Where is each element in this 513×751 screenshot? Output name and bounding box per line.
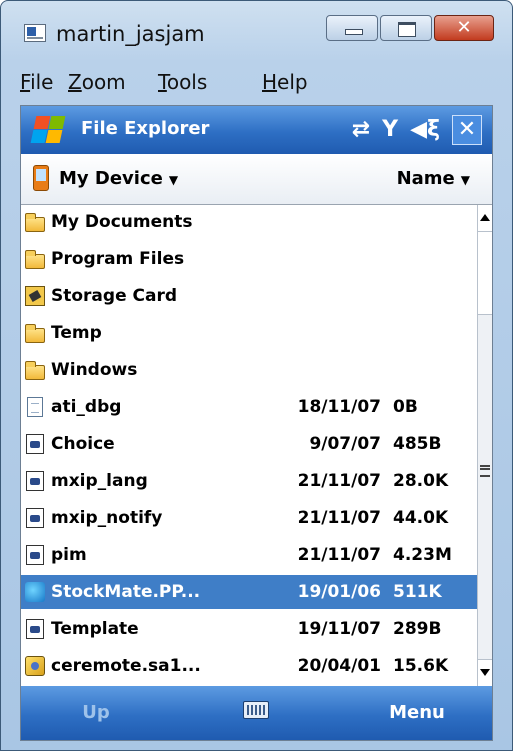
windows-start-icon[interactable]: [29, 113, 66, 147]
window-titlebar[interactable]: martin_jasjam ✕: [0, 0, 513, 62]
file-date: 9/07/07: [309, 434, 381, 454]
list-item[interactable]: Storage Card: [21, 279, 477, 313]
app-window-icon[interactable]: [24, 24, 46, 42]
up-softkey[interactable]: Up: [21, 686, 171, 740]
file-date: 20/04/01: [297, 656, 381, 676]
list-item[interactable]: Program Files: [21, 242, 477, 276]
list-item[interactable]: My Documents: [21, 205, 477, 239]
menu-tools[interactable]: Tools: [158, 70, 207, 94]
softkey-bar: Up Menu: [21, 686, 492, 740]
file-name: Temp: [51, 323, 102, 343]
scroll-grip-icon[interactable]: [480, 465, 490, 477]
file-size: 511K: [393, 582, 442, 602]
folder-icon: [25, 213, 45, 232]
folder-icon: [25, 250, 45, 269]
executable-icon: [26, 508, 44, 528]
executable-icon: [26, 471, 44, 491]
file-size: 485B: [393, 434, 442, 454]
file-size: 28.0K: [393, 471, 449, 491]
file-size: 289B: [393, 619, 442, 639]
file-name: Template: [51, 619, 139, 639]
file-size: 44.0K: [393, 508, 449, 528]
list-item[interactable]: Windows: [21, 353, 477, 387]
file-size: 15.6K: [393, 656, 449, 676]
file-name: My Documents: [51, 212, 193, 232]
sort-dropdown-label: Name: [396, 168, 455, 189]
keyboard-icon[interactable]: [243, 701, 269, 719]
file-list: My Documents Program Files Storage Card …: [21, 205, 477, 686]
folder-nav-bar: My Device ▼ Name ▼: [21, 154, 492, 205]
window-title: martin_jasjam: [56, 22, 205, 46]
folder-icon: [25, 361, 45, 380]
file-size: 0B: [393, 397, 418, 417]
speaker-icon[interactable]: ◀ξ: [410, 119, 440, 141]
list-item[interactable]: ati_dbg 18/11/07 0B: [21, 390, 477, 424]
file-date: 19/11/07: [297, 619, 381, 639]
scroll-up-arrow-icon[interactable]: [478, 205, 492, 232]
executable-icon: [26, 619, 44, 639]
storage-card-icon: [25, 286, 45, 306]
file-name: Storage Card: [51, 286, 178, 306]
folder-dropdown-label: My Device: [59, 168, 163, 189]
close-icon[interactable]: ✕: [452, 115, 482, 145]
close-window-button[interactable]: ✕: [434, 15, 494, 41]
device-screen: File Explorer ⇄ Y ◀ξ ✕ My Device ▼ Name ▼ …: [20, 105, 493, 741]
menu-zoom[interactable]: Zoom: [68, 70, 126, 94]
list-item[interactable]: mxip_lang 21/11/07 28.0K: [21, 464, 477, 498]
executable-icon: [26, 434, 44, 454]
file-date: 18/11/07: [297, 397, 381, 417]
vertical-scrollbar[interactable]: [477, 205, 492, 686]
file-date: 21/11/07: [297, 508, 381, 528]
list-item[interactable]: Temp: [21, 316, 477, 350]
app-title: File Explorer: [81, 118, 210, 139]
signal-icon[interactable]: Y: [382, 119, 398, 141]
menu-help[interactable]: Help: [262, 70, 308, 94]
folder-icon: [25, 324, 45, 343]
file-name: ati_dbg: [51, 397, 122, 417]
folder-dropdown[interactable]: My Device ▼: [59, 168, 178, 189]
scroll-down-arrow-icon[interactable]: [478, 659, 492, 686]
list-item-selected[interactable]: StockMate.PP... 19/01/06 511K: [21, 575, 477, 609]
document-icon: [27, 397, 43, 417]
close-icon: ✕: [456, 17, 472, 38]
file-date: 19/01/06: [297, 582, 381, 602]
title-bar: File Explorer ⇄ Y ◀ξ ✕: [21, 106, 492, 154]
file-date: 21/11/07: [297, 545, 381, 565]
file-name: Windows: [51, 360, 138, 380]
sort-dropdown[interactable]: Name ▼: [397, 168, 470, 189]
chevron-down-icon: ▼: [168, 173, 179, 187]
list-item[interactable]: pim 21/11/07 4.23M: [21, 538, 477, 572]
minimize-button[interactable]: [326, 15, 378, 41]
list-item[interactable]: Template 19/11/07 289B: [21, 612, 477, 646]
file-name: pim: [51, 545, 87, 565]
file-name: StockMate.PP...: [51, 582, 201, 602]
file-name: Program Files: [51, 249, 185, 269]
menu-file[interactable]: File: [20, 70, 53, 94]
status-icons: ⇄ Y ◀ξ ✕: [352, 114, 482, 146]
file-name: Choice: [51, 434, 115, 454]
list-item[interactable]: mxip_notify 21/11/07 44.0K: [21, 501, 477, 535]
file-name: ceremote.sa1...: [51, 656, 201, 676]
scroll-thumb[interactable]: [478, 232, 492, 315]
sync-icon[interactable]: ⇄: [352, 119, 370, 141]
menu-softkey[interactable]: Menu: [342, 686, 492, 740]
file-size: 4.23M: [393, 545, 452, 565]
application-icon: [25, 582, 45, 602]
device-icon: [33, 165, 49, 191]
file-name: mxip_notify: [51, 508, 163, 528]
file-date: 21/11/07: [297, 471, 381, 491]
list-item[interactable]: ceremote.sa1... 20/04/01 15.6K: [21, 649, 477, 683]
cab-file-icon: [25, 656, 45, 676]
menu-bar: File Zoom Tools Help: [20, 66, 493, 102]
file-name: mxip_lang: [51, 471, 148, 491]
executable-icon: [26, 545, 44, 565]
list-item[interactable]: Choice 9/07/07 485B: [21, 427, 477, 461]
maximize-button[interactable]: [380, 15, 432, 41]
chevron-down-icon: ▼: [460, 173, 470, 187]
